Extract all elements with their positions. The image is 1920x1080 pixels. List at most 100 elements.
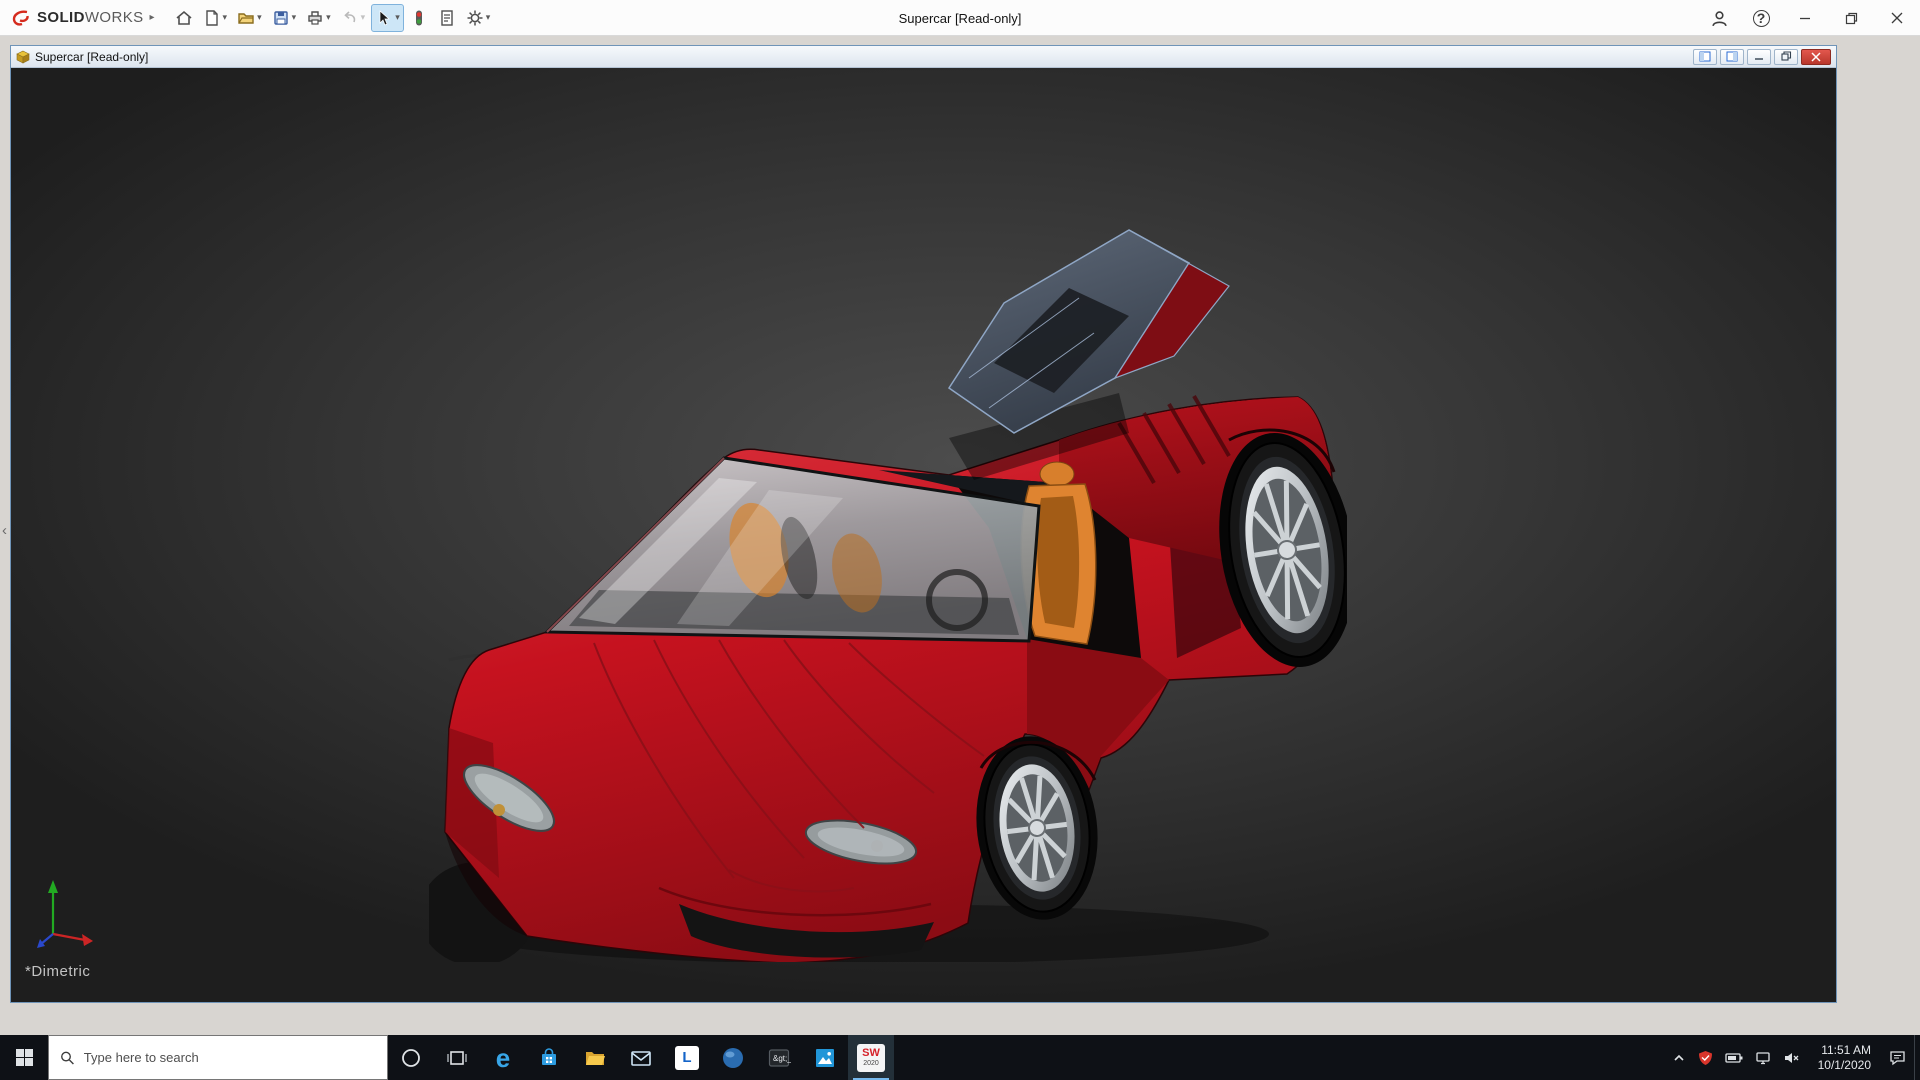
dropdown-arrow-icon[interactable]: ▾ <box>292 12 297 23</box>
toolbar-flyout-arrow[interactable]: ▸ <box>150 12 155 23</box>
restore-icon <box>1781 51 1792 62</box>
l-app-icon: L <box>675 1046 699 1070</box>
new-document-button[interactable]: ▾ <box>199 4 232 32</box>
minimize-icon <box>1799 12 1811 24</box>
titlebar-right-controls: ? <box>1698 0 1920 36</box>
taskbar-app-task-view[interactable] <box>434 1035 480 1080</box>
search-input[interactable] <box>84 1050 376 1065</box>
file-properties-button[interactable] <box>434 4 460 32</box>
taskbar-app-cortana[interactable] <box>388 1035 434 1080</box>
dropdown-arrow-icon[interactable]: ▾ <box>257 12 262 23</box>
file-properties-icon <box>438 9 456 27</box>
document-close-button[interactable] <box>1801 49 1831 65</box>
solidworks-brand: SOLIDWORKS <box>10 9 144 27</box>
document-minimize-button[interactable] <box>1747 49 1771 65</box>
taskbar-app-command-prompt[interactable]: &gt;_ <box>756 1035 802 1080</box>
options-gear-icon <box>466 9 484 27</box>
document-window-titlebar[interactable]: Supercar [Read-only] <box>11 46 1836 68</box>
taskbar-app-l[interactable]: L <box>664 1035 710 1080</box>
mail-icon <box>629 1046 653 1070</box>
taskbar-search[interactable] <box>48 1035 388 1080</box>
restore-button[interactable] <box>1828 0 1874 36</box>
taskbar-app-edge[interactable]: e <box>480 1035 526 1080</box>
document-window-controls <box>1693 49 1831 65</box>
pane-right-icon <box>1726 51 1738 62</box>
dropdown-arrow-icon[interactable]: ▾ <box>223 12 228 23</box>
open-folder-icon <box>237 9 255 27</box>
panel-collapse-chevron-icon[interactable]: ‹ <box>2 522 7 539</box>
taskbar-app-photos[interactable] <box>802 1035 848 1080</box>
tray-battery[interactable] <box>1725 1052 1743 1064</box>
taskbar-app-edrawings[interactable] <box>710 1035 756 1080</box>
login-button[interactable] <box>1698 0 1740 36</box>
select-tool-button[interactable]: ▾ <box>371 4 404 32</box>
terminal-prompt-glyph: &gt;_ <box>773 1054 791 1063</box>
close-button[interactable] <box>1874 0 1920 36</box>
pane-right-button[interactable] <box>1720 49 1744 65</box>
command-prompt-icon: &gt;_ <box>767 1046 791 1070</box>
home-icon <box>175 9 193 27</box>
store-icon <box>537 1046 561 1070</box>
dropdown-arrow-icon[interactable]: ▾ <box>326 12 331 23</box>
chevron-up-icon <box>1672 1051 1686 1065</box>
pane-left-button[interactable] <box>1693 49 1717 65</box>
undo-button[interactable]: ▾ <box>337 4 370 32</box>
graphics-area[interactable]: *Dimetric <box>11 68 1836 1002</box>
tray-network[interactable] <box>1755 1051 1771 1065</box>
document-restore-button[interactable] <box>1774 49 1798 65</box>
save-button[interactable]: ▾ <box>268 4 301 32</box>
car-model[interactable] <box>429 228 1347 962</box>
taskbar-app-file-explorer[interactable] <box>572 1035 618 1080</box>
start-button[interactable] <box>0 1035 48 1080</box>
windows-taskbar: e L <box>0 1035 1920 1080</box>
action-center-button[interactable] <box>1889 1050 1906 1066</box>
clock-time: 11:51 AM <box>1821 1043 1871 1058</box>
taskbar-app-store[interactable] <box>526 1035 572 1080</box>
dropdown-arrow-icon[interactable]: ▾ <box>486 12 491 23</box>
tray-antivirus[interactable] <box>1698 1050 1713 1066</box>
photos-icon <box>813 1046 837 1070</box>
view-orientation-label: *Dimetric <box>25 963 90 980</box>
taskbar-app-solidworks-2020[interactable]: SW 2020 <box>848 1035 894 1080</box>
taskbar-clock[interactable]: 11:51 AM 10/1/2020 <box>1812 1043 1877 1073</box>
solidworks-app-icon: SW 2020 <box>857 1044 885 1072</box>
system-tray: 11:51 AM 10/1/2020 <box>1664 1035 1914 1080</box>
quick-access-toolbar: ▾ ▾ ▾ ▾ <box>171 4 495 32</box>
rebuild-button[interactable] <box>406 4 432 32</box>
search-icon <box>60 1050 75 1066</box>
show-desktop-button[interactable] <box>1914 1035 1920 1080</box>
options-button[interactable]: ▾ <box>462 4 495 32</box>
shield-icon <box>1698 1050 1713 1066</box>
close-icon <box>1811 52 1821 62</box>
cortana-icon <box>400 1047 422 1069</box>
speaker-muted-icon <box>1783 1051 1800 1065</box>
app-titlebar: SOLIDWORKS ▸ ▾ ▾ <box>0 0 1920 36</box>
task-view-icon <box>446 1047 468 1069</box>
solidworks-logo-icon <box>10 9 32 27</box>
print-icon <box>306 9 324 27</box>
file-explorer-icon <box>583 1046 607 1070</box>
edge-icon: e <box>496 1045 510 1071</box>
restore-icon <box>1845 12 1858 25</box>
undo-icon <box>341 9 359 27</box>
home-button[interactable] <box>171 4 197 32</box>
open-button[interactable]: ▾ <box>233 4 266 32</box>
taskbar-apps: e L <box>388 1035 894 1080</box>
clock-date: 10/1/2020 <box>1818 1058 1871 1073</box>
taskbar-app-mail[interactable] <box>618 1035 664 1080</box>
orientation-triad <box>33 876 97 950</box>
dropdown-arrow-icon[interactable]: ▾ <box>395 12 400 23</box>
help-icon: ? <box>1753 10 1770 27</box>
help-button[interactable]: ? <box>1740 0 1782 36</box>
print-button[interactable]: ▾ <box>302 4 335 32</box>
minimize-button[interactable] <box>1782 0 1828 36</box>
windows-logo-icon <box>16 1049 33 1066</box>
tray-volume[interactable] <box>1783 1051 1800 1065</box>
battery-icon <box>1725 1052 1743 1064</box>
action-center-icon <box>1889 1050 1906 1066</box>
new-document-icon <box>203 9 221 27</box>
tray-expand-button[interactable] <box>1672 1051 1686 1065</box>
dropdown-arrow-icon[interactable]: ▾ <box>361 12 366 23</box>
rebuild-traffic-light-icon <box>410 9 428 27</box>
user-account-icon <box>1710 9 1729 28</box>
